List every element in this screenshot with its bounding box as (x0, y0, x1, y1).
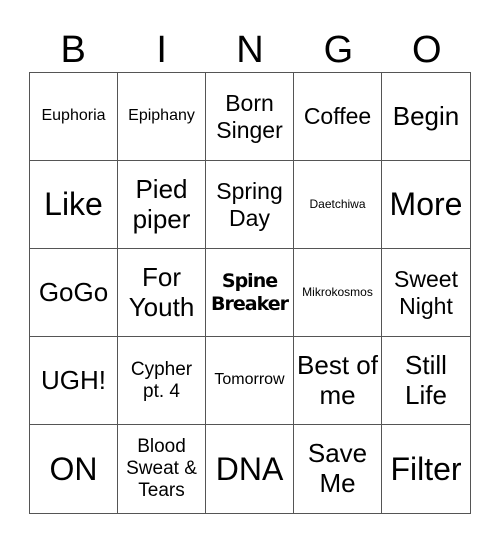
bingo-cell[interactable]: More (382, 161, 470, 249)
bingo-cell[interactable]: Epiphany (118, 73, 206, 161)
bingo-header: B I N G O (29, 28, 471, 72)
bingo-cell-label: Tomorrow (214, 371, 285, 389)
bingo-cell-label: Daetchiwa (309, 196, 366, 211)
bingo-cell[interactable]: GoGo (30, 249, 118, 337)
bingo-cell[interactable]: Pied piper (118, 161, 206, 249)
bingo-cell-label: Best of me (297, 349, 378, 410)
bingo-cell-label: Begin (392, 100, 460, 131)
bingo-cell[interactable]: Best of me (294, 337, 382, 425)
bingo-cell-label: Born Singer (216, 90, 283, 143)
header-letter-g: G (323, 29, 354, 71)
bingo-cell-label: Coffee (303, 103, 372, 130)
bingo-cell[interactable]: Euphoria (30, 73, 118, 161)
bingo-cell-label: Still Life (405, 349, 447, 410)
bingo-cell-label: GoGo (38, 276, 109, 307)
bingo-cell[interactable]: UGH! (30, 337, 118, 425)
bingo-cell-label: DNA (215, 450, 284, 487)
header-letter-n: N (236, 29, 264, 71)
bingo-cell-label: Spring Day (216, 178, 283, 231)
bingo-cell[interactable]: Blood Sweat & Tears (118, 425, 206, 513)
bingo-cell[interactable]: Spring Day (206, 161, 294, 249)
bingo-cell-label: Sweet Night (394, 266, 458, 319)
bingo-cell[interactable]: Daetchiwa (294, 161, 382, 249)
bingo-cell[interactable]: Spine Breaker (206, 249, 294, 337)
bingo-cell-label: UGH! (41, 364, 106, 395)
bingo-cell-label: More (389, 186, 463, 223)
bingo-cell-label: Like (44, 186, 103, 223)
bingo-cell-label: Filter (390, 450, 462, 487)
bingo-cell-label: Epiphany (128, 107, 195, 125)
bingo-cell[interactable]: Sweet Night (382, 249, 470, 337)
header-letter-i: I (156, 29, 167, 71)
bingo-cell[interactable]: Tomorrow (206, 337, 294, 425)
bingo-cell[interactable]: Filter (382, 425, 470, 513)
header-letter-b: B (60, 29, 86, 71)
bingo-cell-label: Pied piper (132, 173, 191, 234)
bingo-cell-label: ON (49, 450, 98, 487)
bingo-cell[interactable]: Mikrokosmos (294, 249, 382, 337)
bingo-cell[interactable]: Like (30, 161, 118, 249)
bingo-cell-label: Blood Sweat & Tears (126, 436, 197, 501)
bingo-cell[interactable]: Still Life (382, 337, 470, 425)
bingo-cell[interactable]: Born Singer (206, 73, 294, 161)
bingo-cell[interactable]: Begin (382, 73, 470, 161)
bingo-cell-label: Mikrokosmos (302, 284, 373, 299)
bingo-cell[interactable]: Coffee (294, 73, 382, 161)
bingo-cell-label: Euphoria (41, 107, 106, 125)
bingo-cell[interactable]: Save Me (294, 425, 382, 513)
bingo-cell-label: Cypher pt. 4 (130, 358, 193, 402)
header-letter-o: O (412, 29, 442, 71)
bingo-cell-label: Save Me (307, 438, 368, 498)
bingo-cell-label: For Youth (128, 261, 195, 322)
bingo-cell[interactable]: Cypher pt. 4 (118, 337, 206, 425)
bingo-grid: Euphoria Epiphany Born Singer Coffee Begin Li… (29, 72, 471, 514)
bingo-cell[interactable]: For Youth (118, 249, 206, 337)
bingo-cell-label: Spine Breaker (211, 269, 289, 315)
bingo-cell[interactable]: DNA (206, 425, 294, 513)
bingo-cell[interactable]: ON (30, 425, 118, 513)
